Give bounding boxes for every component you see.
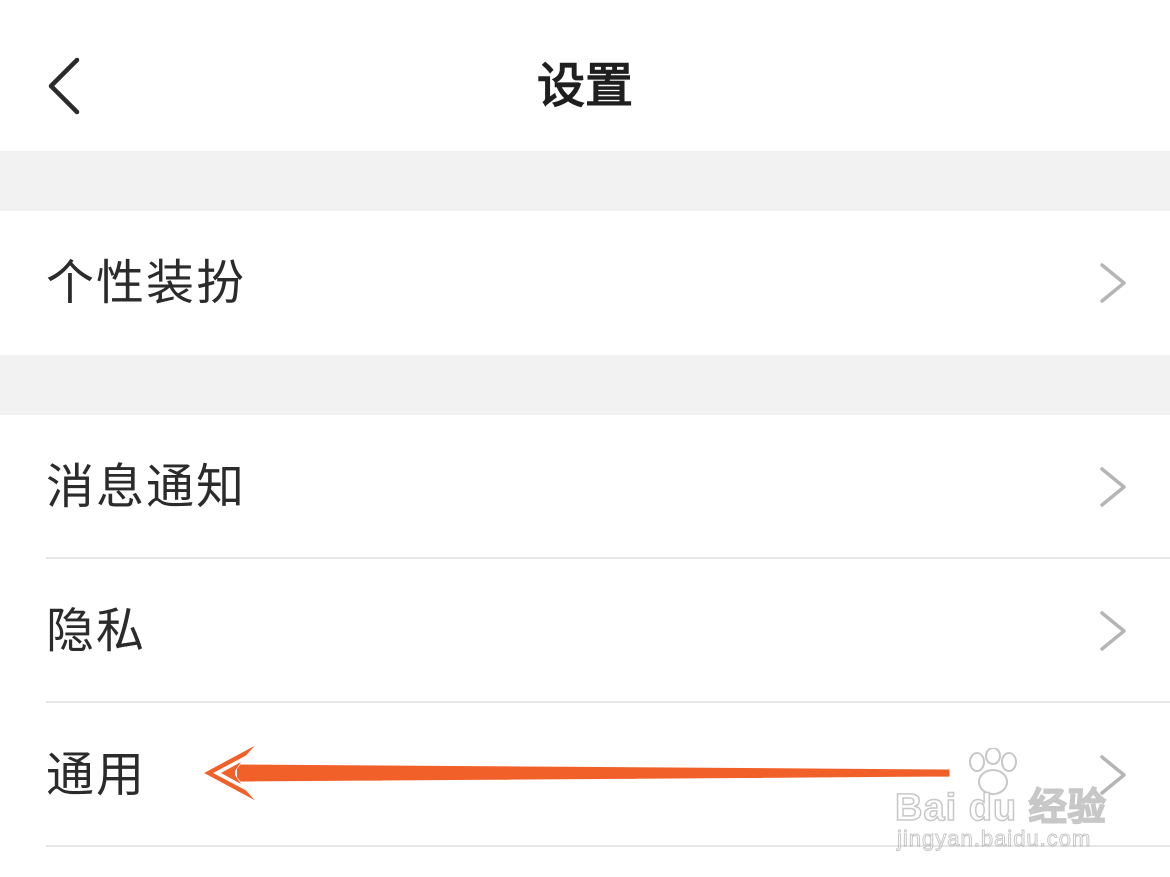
- settings-item-privacy[interactable]: 隐私: [0, 559, 1170, 703]
- page-title: 设置: [536, 58, 633, 114]
- settings-item-label: 个性装扮: [46, 255, 247, 311]
- chevron-right-icon: [1100, 467, 1126, 507]
- settings-item-label: 隐私: [46, 603, 147, 659]
- section-separator: [0, 151, 1170, 211]
- watermark-url: jingyan.baidu.com: [896, 826, 1092, 852]
- settings-item-personalize[interactable]: 个性装扮: [0, 211, 1170, 355]
- section-separator: [0, 355, 1170, 415]
- watermark: Bai du 经验 jingyan.baidu.com: [894, 748, 1115, 858]
- settings-item-label: 消息通知: [46, 459, 247, 515]
- chevron-right-icon: [1100, 263, 1126, 303]
- watermark-brand: Bai du 经验: [894, 786, 1107, 830]
- chevron-right-icon: [1100, 611, 1126, 651]
- settings-item-label: 通用: [46, 747, 147, 803]
- annotation-arrow-icon: [201, 743, 951, 803]
- settings-item-notifications[interactable]: 消息通知: [0, 415, 1170, 559]
- top-nav-bar: 设置: [0, 0, 1170, 151]
